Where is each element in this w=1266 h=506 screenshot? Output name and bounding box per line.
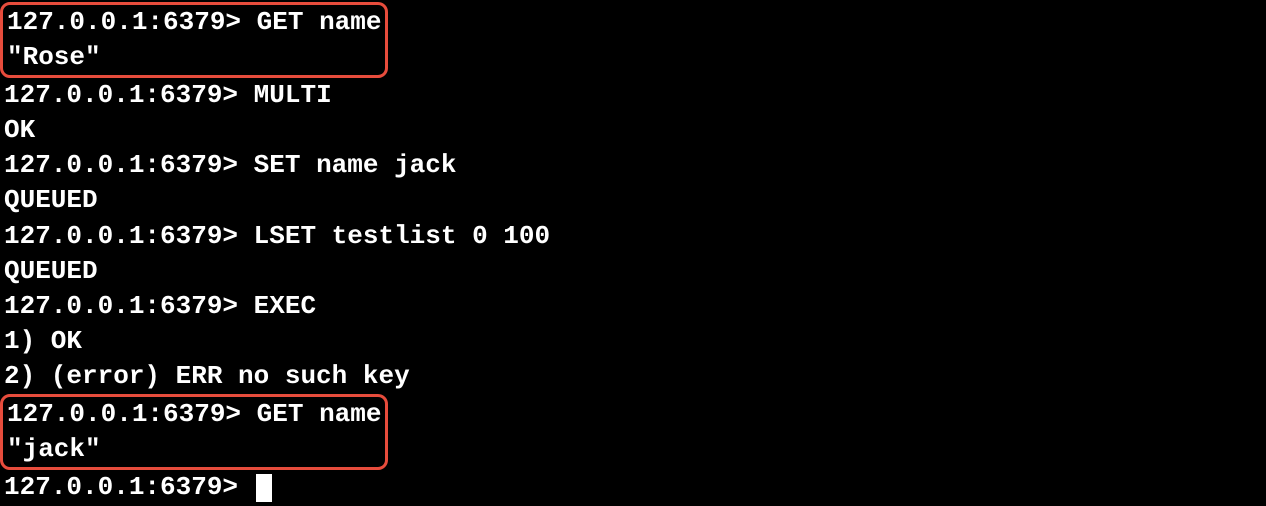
output-line: QUEUED [4, 183, 1262, 218]
output-line: OK [4, 113, 1262, 148]
prompt: 127.0.0.1:6379> [4, 150, 238, 180]
command-text: GET name [257, 399, 382, 429]
command-line: 127.0.0.1:6379> GET name [7, 5, 381, 40]
command-text: GET name [257, 7, 382, 37]
command-line: 127.0.0.1:6379> LSET testlist 0 100 [4, 219, 1262, 254]
output-line: 2) (error) ERR no such key [4, 359, 1262, 394]
output-line: QUEUED [4, 254, 1262, 289]
output-line: "jack" [7, 432, 381, 467]
prompt: 127.0.0.1:6379> [4, 291, 238, 321]
prompt: 127.0.0.1:6379> [4, 472, 238, 502]
command-text: MULTI [254, 80, 332, 110]
output-line: "Rose" [7, 40, 381, 75]
highlight-box-1: 127.0.0.1:6379> GET name "Rose" [0, 2, 388, 78]
command-line: 127.0.0.1:6379> SET name jack [4, 148, 1262, 183]
terminal-output: 127.0.0.1:6379> GET name "Rose" 127.0.0.… [4, 2, 1262, 505]
cursor [256, 474, 272, 502]
command-line: 127.0.0.1:6379> GET name [7, 397, 381, 432]
output-line: 1) OK [4, 324, 1262, 359]
command-line: 127.0.0.1:6379> EXEC [4, 289, 1262, 324]
command-text: EXEC [254, 291, 316, 321]
prompt: 127.0.0.1:6379> [4, 80, 238, 110]
prompt: 127.0.0.1:6379> [4, 221, 238, 251]
command-text: LSET testlist 0 100 [254, 221, 550, 251]
highlight-box-2: 127.0.0.1:6379> GET name "jack" [0, 394, 388, 470]
prompt: 127.0.0.1:6379> [7, 7, 241, 37]
command-text: SET name jack [254, 150, 457, 180]
prompt: 127.0.0.1:6379> [7, 399, 241, 429]
command-line-active[interactable]: 127.0.0.1:6379> [4, 470, 1262, 505]
command-line: 127.0.0.1:6379> MULTI [4, 78, 1262, 113]
